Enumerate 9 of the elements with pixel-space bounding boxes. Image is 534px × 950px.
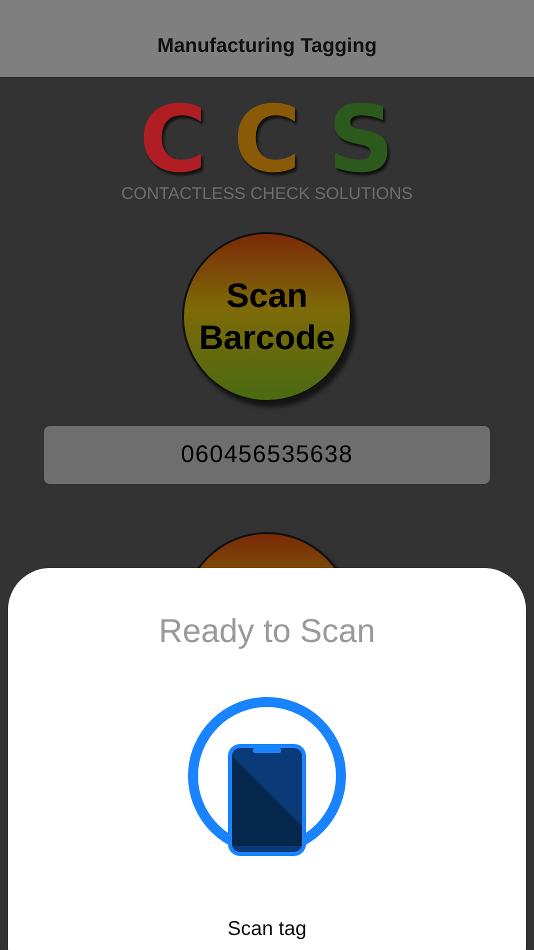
sheet-message: Scan tag: [228, 918, 306, 941]
nav-title: Manufacturing Tagging: [157, 35, 377, 58]
logo-tagline: CONTACTLESS CHECK SOLUTIONS: [121, 184, 413, 204]
sheet-title: Ready to Scan: [158, 612, 376, 650]
logo-letter: C: [233, 100, 301, 180]
phone-scan-icon: [187, 696, 347, 856]
logo-letter: C: [139, 100, 207, 180]
barcode-field[interactable]: 060456535638: [44, 426, 490, 484]
scan-barcode-button[interactable]: Scan Barcode: [182, 232, 352, 402]
